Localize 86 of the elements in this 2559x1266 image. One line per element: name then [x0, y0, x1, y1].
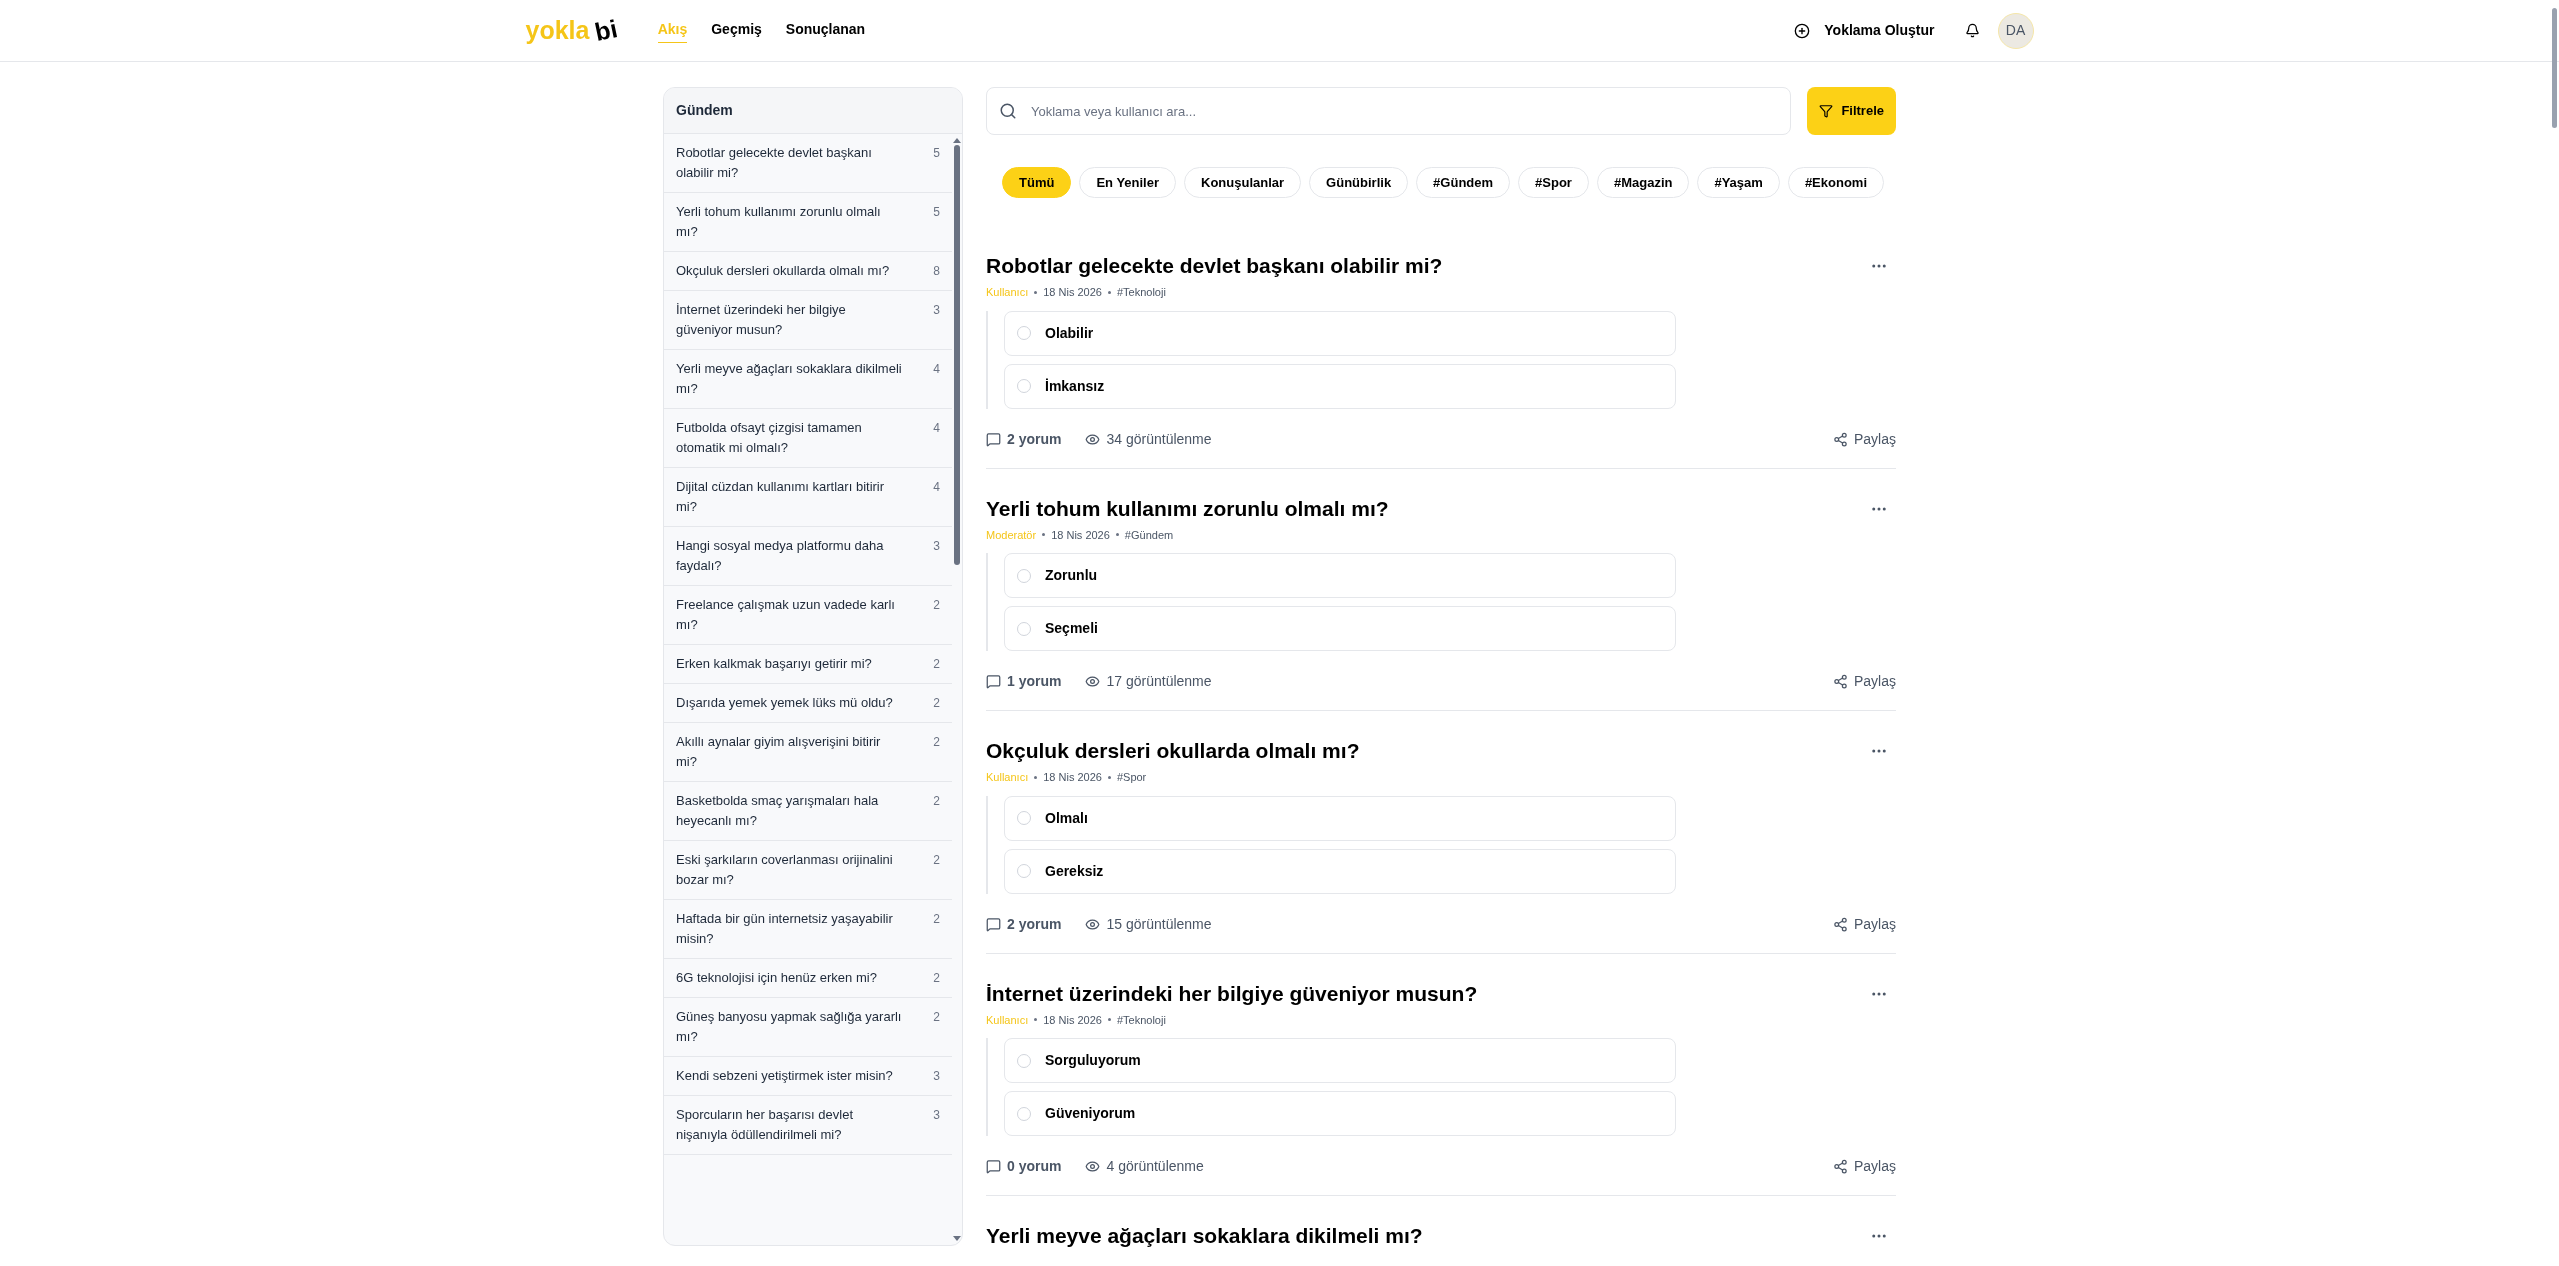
poll-option[interactable]: Zorunlu — [1004, 553, 1676, 598]
trending-item[interactable]: Güneş banyosu yapmak sağlığa yararlı mı? 2 — [664, 998, 952, 1057]
eye-icon — [1085, 431, 1101, 447]
panel-title: Gündem — [676, 101, 733, 120]
post-date: 18 Nis 2026 — [1051, 527, 1110, 543]
view-count: 34 görüntülenme — [1106, 429, 1212, 449]
poll-option[interactable]: İmkansız — [1004, 363, 1676, 409]
comment-icon — [986, 916, 1001, 932]
comments-button[interactable]: 1 yorum — [986, 671, 1062, 692]
poll-option[interactable]: Sorguluyorum — [1004, 1038, 1676, 1083]
trending-item[interactable]: Dışarıda yemek yemek lüks mü oldu? 2 — [664, 684, 952, 723]
poll-option[interactable]: Seçmeli — [1004, 606, 1676, 651]
post-tag[interactable]: #Teknoloji — [1116, 1011, 1166, 1028]
post-title[interactable]: İnternet üzerindeki her bilgiye güveniyor musun? — [986, 979, 1478, 1008]
share-button[interactable]: Paylaş — [1832, 1156, 1896, 1177]
poll-option[interactable]: Güveniyorum — [1004, 1091, 1676, 1136]
trending-item[interactable]: Basketbolda smaç yarışmaları hala heyecanlı mı? 2 — [664, 782, 952, 841]
post-date: 18 Nis 2026 — [1043, 1012, 1102, 1028]
share-icon — [1832, 674, 1848, 689]
filter-button[interactable]: Filtrele — [1807, 87, 1896, 135]
trending-item[interactable]: 6G teknolojisi için henüz erken mi? 2 — [664, 959, 952, 998]
trending-item[interactable]: Yerli meyve ağaçları sokaklara dikilmeli mı? 4 — [664, 350, 952, 409]
filter-chip[interactable]: Konuşulanlar — [1184, 167, 1302, 198]
filter-chip[interactable]: #Magazin — [1596, 167, 1690, 198]
poll-option[interactable]: Olabilir — [1004, 310, 1676, 356]
comment-icon — [986, 1159, 1001, 1174]
trending-item[interactable]: Dijital cüzdan kullanımı kartları bitirir mi? 4 — [664, 468, 952, 527]
post-title[interactable]: Yerli tohum kullanımı zorunlu olmalı mı? — [986, 494, 1389, 523]
poll-option[interactable]: Gereksiz — [1004, 848, 1676, 894]
trending-item[interactable]: Robotlar gelecekte devlet başkanı olabilir mi? 5 — [664, 134, 952, 193]
share-icon — [1832, 916, 1848, 932]
post-tag[interactable]: #Spor — [1116, 769, 1147, 786]
filter-chip[interactable]: En Yeniler — [1079, 167, 1177, 198]
search-icon — [999, 102, 1017, 120]
trending-item[interactable]: Hangi sosyal medya platformu daha faydalı? 3 — [664, 527, 952, 586]
filter-chip[interactable]: #Ekonomi — [1787, 167, 1884, 198]
eye-icon — [1085, 916, 1101, 932]
logo[interactable]: yokla bi — [525, 18, 618, 43]
filter-chip[interactable]: #Spor — [1518, 167, 1589, 198]
share-icon — [1832, 1159, 1848, 1174]
view-count: 15 görüntülenme — [1106, 914, 1212, 934]
share-button[interactable]: Paylaş — [1832, 428, 1896, 450]
comment-icon — [986, 674, 1001, 689]
trending-item[interactable]: Kendi sebzeni yetiştirmek ister misin? 3 — [664, 1057, 952, 1096]
filter-icon — [1819, 104, 1834, 118]
trending-item[interactable]: Futbolda ofsayt çizgisi tamamen otomatik mi olmalı? 4 — [664, 409, 952, 468]
post-title[interactable]: Robotlar gelecekte devlet başkanı olabilir mi? — [986, 252, 1443, 280]
post-title[interactable]: Yerli meyve ağaçları sokaklara dikilmeli mı? — [986, 1222, 1423, 1250]
trending-item[interactable]: Sporcuların her başarısı devlet nişanıyla ödüllendirilmeli mi? 3 — [664, 1096, 952, 1155]
user-avatar[interactable]: DA — [1997, 12, 2034, 49]
eye-icon — [1085, 1159, 1101, 1174]
share-button[interactable]: Paylaş — [1832, 913, 1896, 935]
search-field[interactable]: Yoklama veya kullanıcı ara... — [986, 87, 1792, 135]
trending-item[interactable]: İnternet üzerindeki her bilgiye güveniyor musun? 3 — [664, 291, 952, 350]
comment-icon — [986, 431, 1001, 447]
post-date: 18 Nis 2026 — [1043, 770, 1102, 785]
share-icon — [1832, 431, 1848, 447]
trending-item[interactable]: Freelance çalışmak uzun vadede karlı mı? 2 — [664, 586, 952, 645]
trending-item[interactable]: Yerli tohum kullanımı zorunlu olmalı mı? 5 — [664, 193, 952, 252]
trending-item[interactable]: Okçuluk dersleri okullarda olmalı mı? 8 — [664, 252, 952, 291]
trending-item[interactable]: Haftada bir gün internetsiz yaşayabilir misin? 2 — [664, 900, 952, 959]
comments-button[interactable]: 0 yorum — [986, 1156, 1062, 1177]
plus-icon — [1794, 22, 1811, 39]
trending-item[interactable]: Eski şarkıların coverlanması orijinalini bozar mı? 2 — [664, 841, 952, 900]
comments-button[interactable]: 2 yorum — [986, 913, 1062, 935]
post-tag[interactable]: #Gündem — [1124, 526, 1174, 543]
post-tag[interactable]: #Teknoloji — [1116, 284, 1166, 301]
share-button[interactable]: Paylaş — [1832, 671, 1896, 692]
page-scrollbar[interactable] — [2552, 8, 2557, 128]
poll-option[interactable]: Olmalı — [1004, 795, 1676, 841]
view-count: 17 görüntülenme — [1106, 672, 1212, 691]
post-title[interactable]: Okçuluk dersleri okullarda olmalı mı? — [986, 737, 1360, 765]
create-poll-button[interactable]: Yoklama Oluştur — [1794, 20, 1935, 41]
filter-chip[interactable]: #Gündem — [1416, 167, 1511, 198]
trending-item[interactable]: Erken kalkmak başarıyı getirir mi? 2 — [664, 645, 952, 684]
bell-icon[interactable] — [1964, 23, 1980, 38]
filter-chip[interactable]: #Yaşam — [1697, 167, 1780, 198]
view-count: 4 görüntülenme — [1106, 1157, 1204, 1176]
post-date: 18 Nis 2026 — [1043, 285, 1102, 300]
nav-tab[interactable]: Geçmiş — [711, 18, 762, 43]
eye-icon — [1085, 674, 1101, 689]
nav-tab[interactable]: Sonuçlanan — [785, 18, 866, 43]
trending-item[interactable]: Akıllı aynalar giyim alışverişini bitirir mi? 2 — [664, 723, 952, 782]
comments-button[interactable]: 2 yorum — [986, 428, 1062, 450]
filter-chip[interactable]: Tümü — [1002, 167, 1072, 198]
filter-chip[interactable]: Günübirlik — [1309, 167, 1409, 198]
